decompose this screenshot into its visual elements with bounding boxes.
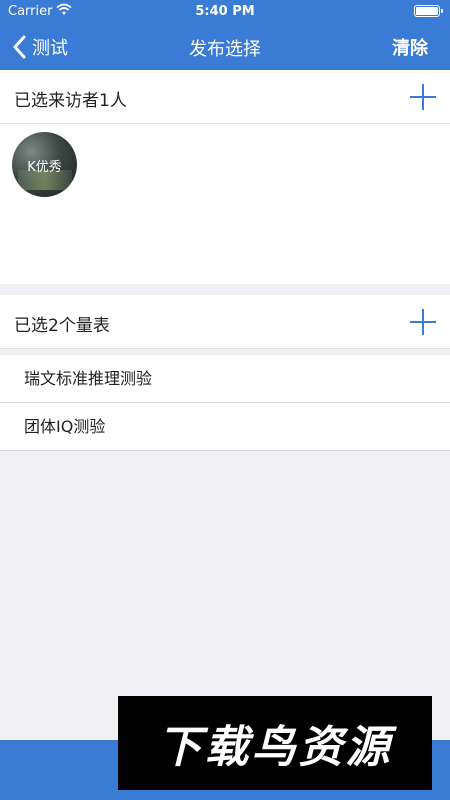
visitor-name: K优秀	[27, 160, 62, 175]
back-button[interactable]: 测试	[10, 32, 68, 62]
avatar[interactable]: K优秀	[12, 132, 77, 197]
navigation-bar: 测试 发布选择 清除	[0, 24, 450, 70]
clear-button[interactable]: 清除	[392, 34, 428, 60]
battery-icon	[414, 5, 443, 17]
add-scale-plus-icon[interactable]	[410, 309, 436, 335]
scales-header: 已选2个量表	[0, 295, 450, 349]
chevron-left-icon	[13, 35, 26, 59]
list-item[interactable]: 团体IQ测验	[0, 403, 450, 451]
add-visitor-plus-icon[interactable]	[410, 84, 436, 110]
top-bar: Carrier 5:40 PM 测试 发布选择 清除	[0, 0, 450, 70]
visitor-list: K优秀	[0, 124, 450, 284]
visitors-header: 已选来访者1人	[0, 70, 450, 124]
back-label: 测试	[32, 38, 68, 59]
watermark: 下载鸟资源	[118, 696, 432, 790]
list-item[interactable]: 瑞文标准推理测验	[0, 355, 450, 403]
status-bar: Carrier 5:40 PM	[0, 0, 450, 24]
scales-title: 已选2个量表	[14, 316, 110, 336]
scale-list: 瑞文标准推理测验 团体IQ测验	[0, 355, 450, 451]
clock: 5:40 PM	[195, 4, 255, 19]
visitors-title: 已选来访者1人	[14, 91, 127, 111]
